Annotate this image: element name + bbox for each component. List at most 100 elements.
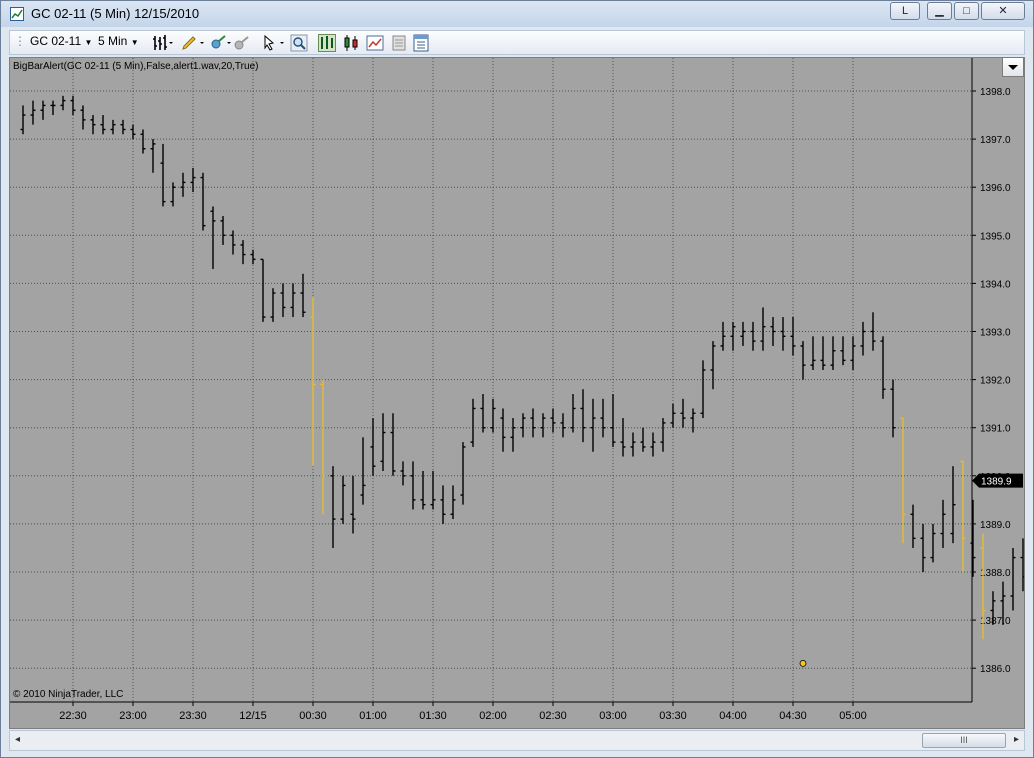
ohlc-bar (480, 394, 486, 433)
price-tick-label: 1396.0 (980, 183, 1011, 194)
ohlc-bar (690, 408, 696, 433)
price-tick-label: 1388.0 (980, 568, 1011, 579)
ohlc-bar (270, 288, 276, 322)
chart-panel[interactable]: 1398.0 1397.0 1396.0 1395.0 1394.0 1393.0 1392… (9, 57, 1025, 729)
chart-candles-icon[interactable] (342, 34, 360, 52)
ohlc-bar (190, 167, 196, 193)
ohlc-bar (330, 466, 336, 548)
ohlc-bar (150, 139, 156, 173)
window-title: GC 02-11 (5 Min) 12/15/2010 (31, 6, 200, 21)
ohlc-bar (120, 119, 126, 135)
ohlc-bar (300, 273, 306, 318)
chart-properties-icon[interactable] (366, 34, 384, 52)
price-tick-label: 1392.0 (980, 376, 1011, 387)
ohlc-bar (860, 321, 866, 356)
chart-options-dropdown[interactable] (1002, 57, 1024, 77)
ohlc-bar (530, 408, 536, 438)
ohlc-bar (220, 216, 226, 245)
ohlc-bar (400, 461, 406, 486)
ohlc-bar (280, 283, 286, 318)
strategy-icon[interactable] (208, 34, 232, 52)
ohlc-bar (820, 336, 826, 370)
ohlc-bar (180, 172, 186, 197)
title-bar[interactable]: GC 02-11 (5 Min) 12/15/2010 L ▁ □ ✕ (1, 1, 1033, 27)
ohlc-bar (440, 485, 446, 524)
maximize-button[interactable]: □ (954, 2, 979, 20)
pencil-draw-icon[interactable] (180, 34, 206, 52)
ohlc-bar (380, 413, 386, 471)
last-price-label: 1389.9 (981, 477, 1012, 488)
data-box-icon[interactable] (390, 34, 408, 52)
ohlc-bar (460, 442, 466, 505)
ohlc-bar (170, 182, 176, 207)
close-button[interactable]: ✕ (981, 2, 1025, 20)
link-button[interactable]: L (890, 2, 920, 20)
ohlc-bar (110, 119, 116, 135)
ohlc-bar (550, 408, 556, 433)
ohlc-bar (350, 475, 356, 534)
ohlc-bar (730, 321, 736, 351)
time-tick-label: 03:00 (599, 710, 627, 722)
indicator-label: BigBarAlert(GC 02-11 (5 Min),False,alert… (13, 61, 259, 72)
ohlc-bar (920, 523, 926, 572)
ohlc-bar (210, 206, 216, 269)
interval-selector[interactable]: 5 Min ▼ (98, 34, 139, 48)
ohlc-bar (130, 124, 136, 140)
chevron-down-icon: ▼ (84, 38, 93, 47)
bar-type-icon[interactable] (152, 34, 176, 52)
ohlc-bar (470, 398, 476, 447)
ohlc-bar (750, 321, 756, 351)
scroll-thumb[interactable]: III (922, 733, 1006, 748)
ohlc-bar (590, 398, 596, 452)
minimize-button[interactable]: ▁ (927, 2, 952, 20)
price-tick-label: 1387.0 (980, 616, 1011, 627)
time-tick-label: 03:30 (659, 710, 687, 722)
ohlc-bar (160, 143, 166, 207)
ohlc-bar (680, 398, 686, 428)
instrument-selector[interactable]: GC 02-11 ▼ (30, 34, 92, 48)
time-tick-label: 01:30 (419, 710, 447, 722)
ohlc-bar (60, 95, 66, 111)
chevron-down-icon: ▼ (130, 38, 139, 47)
price-tick-label: 1389.0 (980, 520, 1011, 531)
ohlc-bar (260, 258, 266, 322)
ohlc-bar (770, 317, 776, 346)
minimize-icon: ▁ (935, 5, 944, 17)
time-tick-label: 04:30 (779, 710, 807, 722)
ohlc-bar (370, 418, 376, 476)
ohlc-bar (950, 466, 956, 544)
cursor-select-icon[interactable] (262, 34, 288, 52)
ohlc-bar (200, 172, 206, 231)
ohlc-bar (790, 317, 796, 356)
price-chart[interactable]: 1398.0 1397.0 1396.0 1395.0 1394.0 1393.0 1392… (10, 58, 1024, 728)
horizontal-scrollbar[interactable]: ◂ III ▸ (9, 730, 1025, 751)
ohlc-bar (450, 485, 456, 520)
ohlc-bar (90, 115, 96, 135)
chart-toolbar: ⋮ GC 02-11 ▼ 5 Min ▼ (9, 30, 1025, 55)
time-tick-label: 00:30 (299, 710, 327, 722)
copyright-label: © 2010 NinjaTrader, LLC (13, 689, 124, 700)
price-tick-label: 1394.0 (980, 279, 1011, 290)
scroll-left-icon[interactable]: ◂ (15, 734, 20, 745)
alert-tool-icon[interactable] (232, 34, 250, 52)
zoom-icon[interactable] (290, 34, 308, 52)
ohlc-bar (880, 336, 886, 399)
ohlc-bar (510, 418, 516, 452)
ohlc-bar (390, 413, 396, 476)
ohlc-bar (20, 105, 26, 135)
close-icon: ✕ (998, 5, 1008, 17)
ohlc-bar (970, 499, 976, 577)
instrument-label: GC 02-11 (30, 34, 82, 48)
price-tick-label: 1386.0 (980, 664, 1011, 675)
ohlc-bar (670, 403, 676, 428)
panel-layout-icon[interactable] (412, 34, 430, 52)
ohlc-bar (650, 432, 656, 457)
ohlc-bar (600, 398, 606, 438)
chart-window: GC 02-11 (5 Min) 12/15/2010 L ▁ □ ✕ ⋮ GC… (0, 0, 1034, 758)
chart-style-bars-icon[interactable] (318, 34, 336, 52)
ohlc-bar (40, 100, 46, 120)
scroll-right-icon[interactable]: ▸ (1014, 734, 1019, 745)
ohlc-bar (420, 470, 426, 510)
ohlc-bar (800, 341, 806, 380)
ohlc-bar (520, 413, 526, 438)
